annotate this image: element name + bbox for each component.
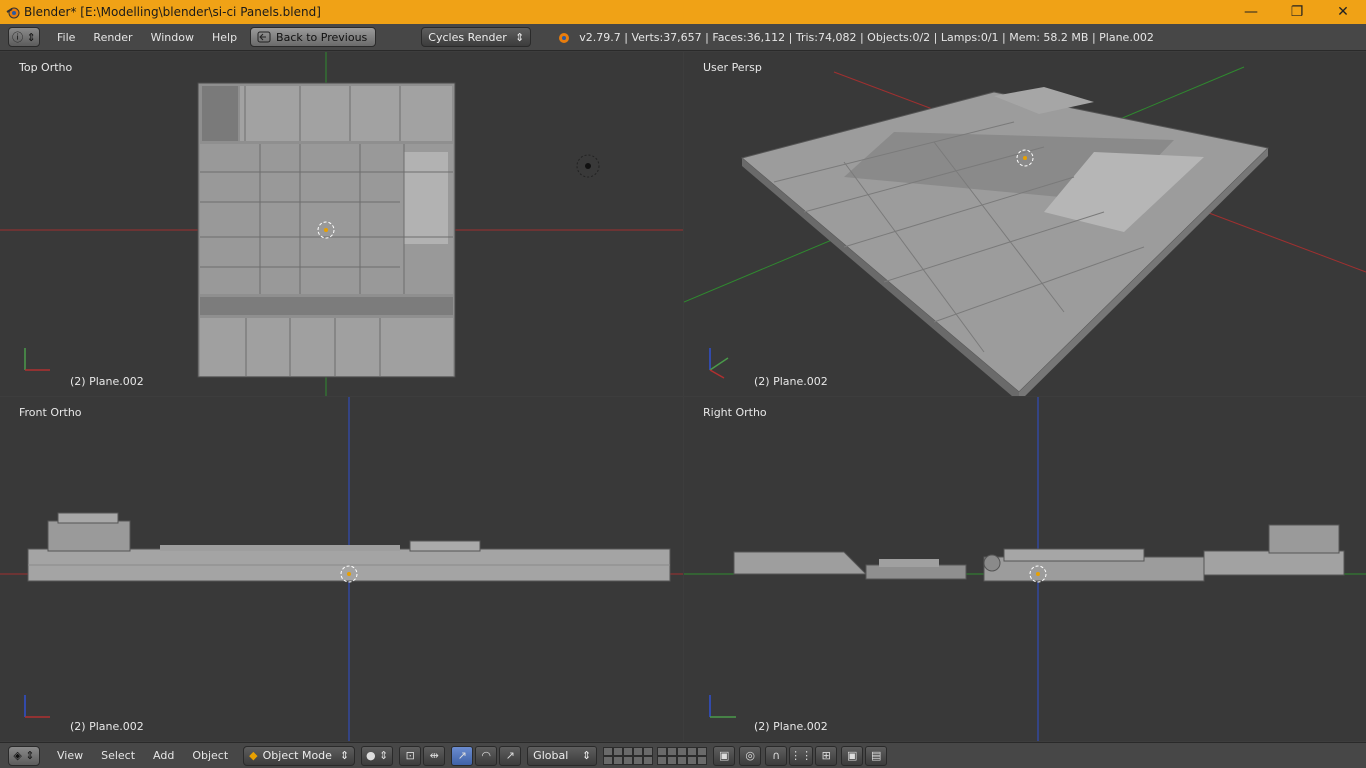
pivot-point-button[interactable]: ⊡ xyxy=(399,745,422,766)
menu-view[interactable]: View xyxy=(48,749,92,762)
minimize-button[interactable]: — xyxy=(1228,0,1274,24)
close-button[interactable]: ✕ xyxy=(1320,0,1366,24)
front-ortho-label: Front Ortho xyxy=(19,406,82,419)
mode-select[interactable]: ◆ Object Mode ⇕ xyxy=(243,745,356,766)
user-persp-object-name: (2) Plane.002 xyxy=(754,375,828,388)
window-title: Blender* [E:\Modelling\blender\si-ci Pan… xyxy=(24,5,321,19)
menu-window[interactable]: Window xyxy=(142,31,203,44)
window-titlebar: Blender* [E:\Modelling\blender\si-ci Pan… xyxy=(0,0,1366,24)
sphere-icon: ● ⇕ xyxy=(366,749,389,762)
clapper-icon: ▤ xyxy=(870,749,882,762)
viewport-user-persp[interactable]: User Persp (2) Plane.002 xyxy=(684,52,1366,396)
editor-type-button[interactable]: ⓘ ⇕ xyxy=(8,27,40,47)
camera-icon: ▣ xyxy=(846,749,858,762)
back-to-previous-button[interactable]: Back to Previous xyxy=(250,27,377,47)
magnet-icon: ∩ xyxy=(772,749,781,762)
menu-help[interactable]: Help xyxy=(203,31,246,44)
viewport-shading-button[interactable]: ● ⇕ xyxy=(361,745,394,766)
viewport-top-ortho[interactable]: Top Ortho (2) Plane.002 xyxy=(0,52,683,396)
rotate-icon: ◠ xyxy=(481,749,491,762)
snap-element-button[interactable]: ⋮⋮ xyxy=(789,745,814,766)
snap-target-button[interactable]: ⊞ xyxy=(815,745,838,766)
snap-icon: ⋮⋮ xyxy=(790,749,813,762)
render-engine-select[interactable]: Cycles Render ⇕ xyxy=(421,27,532,47)
render-animation-button[interactable]: ▤ xyxy=(865,745,888,766)
scale-manipulator-button[interactable]: ↗ xyxy=(499,745,522,766)
render-engine-value: Cycles Render xyxy=(428,30,507,44)
user-persp-scene xyxy=(684,66,1366,396)
transform-manipulator-toggle[interactable]: ⇹ xyxy=(423,745,446,766)
proportional-icon: ◎ xyxy=(745,749,755,762)
blender-logo-icon xyxy=(6,7,20,19)
dropdown-arrows-icon: ⇕ xyxy=(515,30,525,44)
dropdown-arrows-icon: ⇕ xyxy=(581,749,592,762)
engine-icon xyxy=(559,33,570,43)
front-ortho-scene xyxy=(0,397,683,741)
dropdown-arrows-icon: ⇕ xyxy=(339,749,350,762)
cube-icon: ◈ ⇕ xyxy=(13,749,35,762)
back-label: Back to Previous xyxy=(276,30,368,44)
info-icon: ⓘ ⇕ xyxy=(12,31,36,44)
menu-file[interactable]: File xyxy=(48,31,84,44)
scale-icon: ↗ xyxy=(505,749,515,762)
top-ortho-scene xyxy=(0,52,683,396)
layer-grid-icon xyxy=(657,746,708,765)
menu-object[interactable]: Object xyxy=(183,749,237,762)
translate-manipulator-button[interactable]: ↗ xyxy=(451,745,474,766)
menu-add[interactable]: Add xyxy=(144,749,183,762)
menu-render[interactable]: Render xyxy=(84,31,141,44)
info-header: ⓘ ⇕ File Render Window Help Back to Prev… xyxy=(0,24,1366,51)
orientation-value: Global xyxy=(533,749,569,762)
top-ortho-object-name: (2) Plane.002 xyxy=(70,375,144,388)
front-ortho-object-name: (2) Plane.002 xyxy=(70,720,144,733)
maximize-button[interactable]: ❐ xyxy=(1274,0,1320,24)
right-ortho-scene xyxy=(684,397,1366,741)
lock-icon: ▣ xyxy=(718,749,730,762)
view3d-editor-type-button[interactable]: ◈ ⇕ xyxy=(8,745,40,766)
pivot-icon: ⊡ xyxy=(405,749,415,762)
right-ortho-object-name: (2) Plane.002 xyxy=(754,720,828,733)
back-icon xyxy=(257,31,271,43)
proportional-edit-button[interactable]: ◎ xyxy=(739,745,762,766)
target-icon: ⊞ xyxy=(821,749,831,762)
view3d-header: ◈ ⇕ View Select Add Object ◆ Object Mode… xyxy=(0,742,1366,768)
manipulator-icon: ⇹ xyxy=(429,749,439,762)
scene-stats: v2.79.7 | Verts:37,657 | Faces:36,112 | … xyxy=(555,30,1154,44)
layer-lock-button[interactable]: ▣ xyxy=(713,745,736,766)
viewport-front-ortho[interactable]: Front Ortho (2) Plane.002 xyxy=(0,397,683,741)
translate-icon: ↗ xyxy=(457,749,467,762)
top-ortho-label: Top Ortho xyxy=(19,61,73,74)
stats-text: v2.79.7 | Verts:37,657 | Faces:36,112 | … xyxy=(579,30,1154,44)
right-ortho-label: Right Ortho xyxy=(703,406,767,419)
rotate-manipulator-button[interactable]: ◠ xyxy=(475,745,498,766)
viewport-right-ortho[interactable]: Right Ortho (2) Plane.002 xyxy=(684,397,1366,741)
menu-select[interactable]: Select xyxy=(92,749,144,762)
transform-orientation-select[interactable]: Global ⇕ xyxy=(527,745,598,766)
layer-grid-icon xyxy=(603,746,654,765)
snap-toggle-button[interactable]: ∩ xyxy=(765,745,788,766)
user-persp-label: User Persp xyxy=(703,61,762,74)
mode-value: Object Mode xyxy=(262,749,332,762)
render-opengl-button[interactable]: ▣ xyxy=(841,745,864,766)
scene-layers[interactable] xyxy=(603,746,708,765)
object-mode-icon: ◆ xyxy=(249,749,258,762)
